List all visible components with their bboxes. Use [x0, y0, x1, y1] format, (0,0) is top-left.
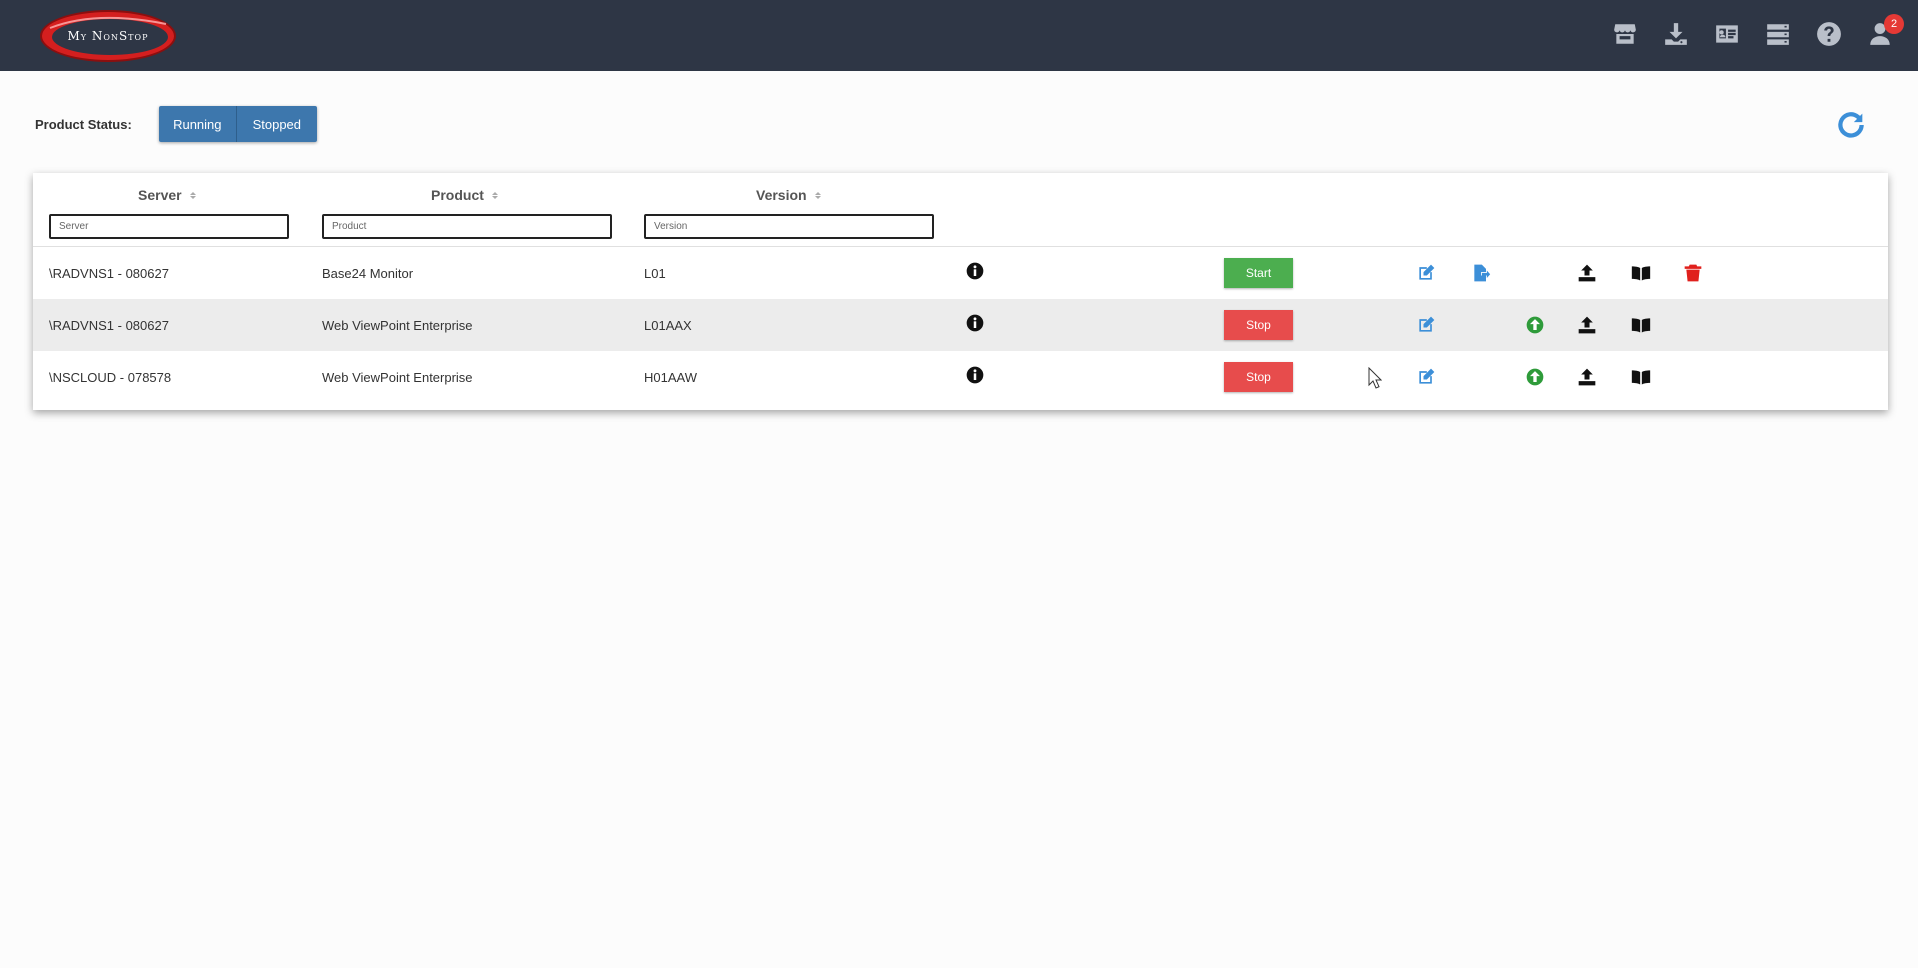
- info-icon[interactable]: [964, 364, 986, 386]
- status-toggle-group: Running Stopped: [158, 106, 317, 142]
- sort-icon: [189, 191, 196, 199]
- product-status-filter: Product Status: Running Stopped: [35, 106, 317, 142]
- version-cell: L01: [644, 265, 666, 281]
- book-icon[interactable]: [1630, 366, 1652, 388]
- product-status-label: Product Status:: [35, 116, 132, 132]
- product-cell: Web ViewPoint Enterprise: [322, 317, 473, 333]
- edit-icon[interactable]: [1415, 366, 1437, 388]
- store-icon[interactable]: [1611, 20, 1639, 48]
- version-column-header[interactable]: Version: [756, 187, 821, 203]
- user-icon[interactable]: 2: [1866, 14, 1904, 48]
- server-column-header[interactable]: Server: [138, 187, 196, 203]
- product-cell: Base24 Monitor: [322, 265, 414, 281]
- upload-icon[interactable]: [1576, 314, 1598, 336]
- table-row: \NSCLOUD - 078578 Web ViewPoint Enterpri…: [33, 351, 1888, 403]
- version-cell: L01AAX: [644, 317, 692, 333]
- stop-button[interactable]: Stop: [1224, 310, 1293, 340]
- download-icon[interactable]: [1662, 20, 1690, 48]
- logo-text: My NonStop: [67, 29, 149, 43]
- help-icon[interactable]: [1815, 20, 1843, 48]
- version-cell: H01AAW: [644, 369, 697, 385]
- notification-badge: 2: [1884, 14, 1904, 34]
- sort-icon: [491, 191, 498, 199]
- mouse-pointer-icon: [1368, 366, 1383, 389]
- info-icon[interactable]: [964, 312, 986, 334]
- stop-button[interactable]: Stop: [1224, 362, 1293, 392]
- trash-icon[interactable]: [1682, 262, 1704, 284]
- version-header-label: Version: [756, 187, 807, 203]
- edit-icon[interactable]: [1415, 314, 1437, 336]
- server-header-label: Server: [138, 187, 182, 203]
- upgrade-icon[interactable]: [1524, 314, 1546, 336]
- start-button[interactable]: Start: [1224, 258, 1293, 288]
- table-row: \RADVNS1 - 080627 Web ViewPoint Enterpri…: [33, 299, 1888, 351]
- running-filter-button[interactable]: Running: [158, 106, 237, 142]
- server-icon[interactable]: [1764, 20, 1792, 48]
- table-row: \RADVNS1 - 080627 Base24 Monitor L01 Sta…: [33, 247, 1888, 299]
- product-cell: Web ViewPoint Enterprise: [322, 369, 473, 385]
- refresh-icon[interactable]: [1834, 108, 1868, 142]
- upload-icon[interactable]: [1576, 366, 1598, 388]
- product-column-header[interactable]: Product: [431, 187, 498, 203]
- stopped-filter-button[interactable]: Stopped: [236, 106, 317, 142]
- version-filter-input[interactable]: [644, 214, 934, 239]
- product-header-label: Product: [431, 187, 484, 203]
- server-filter-input[interactable]: [49, 214, 289, 239]
- product-filter-input[interactable]: [322, 214, 612, 239]
- top-icon-bar: 2: [1611, 14, 1904, 48]
- id-card-icon[interactable]: [1713, 20, 1741, 48]
- upgrade-icon[interactable]: [1524, 366, 1546, 388]
- book-icon[interactable]: [1630, 262, 1652, 284]
- server-cell: \NSCLOUD - 078578: [49, 369, 172, 385]
- file-export-icon[interactable]: [1470, 262, 1492, 284]
- server-cell: \RADVNS1 - 080627: [49, 317, 169, 333]
- sort-icon: [814, 191, 821, 199]
- server-cell: \RADVNS1 - 080627: [49, 265, 169, 281]
- my-nonstop-logo[interactable]: My NonStop: [36, 6, 180, 66]
- top-navbar: My NonStop 2: [0, 0, 1918, 71]
- book-icon[interactable]: [1630, 314, 1652, 336]
- info-icon[interactable]: [964, 260, 986, 282]
- products-table: Server Product Version \RADVNS1 - 080627…: [33, 173, 1888, 410]
- upload-icon[interactable]: [1576, 262, 1598, 284]
- edit-icon[interactable]: [1415, 262, 1437, 284]
